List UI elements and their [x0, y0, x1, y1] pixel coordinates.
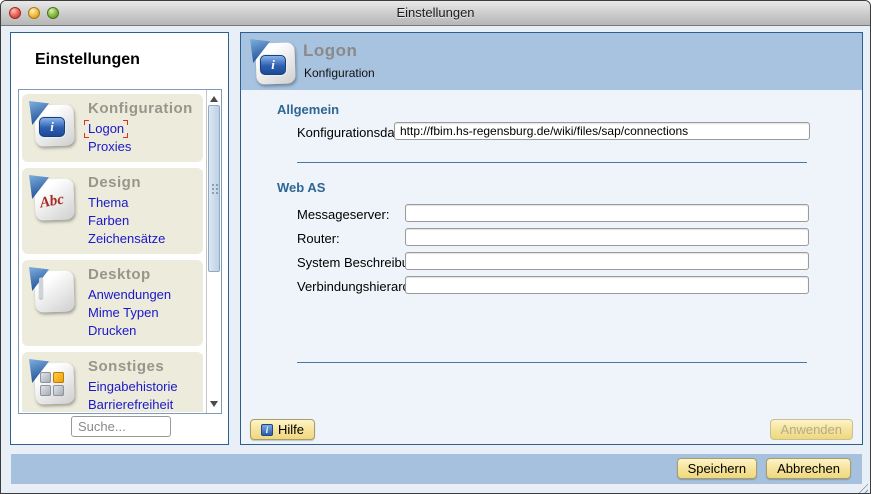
sidebar-link-anwendungen[interactable]: Anwendungen [84, 286, 175, 304]
info-button-glyph: i [260, 55, 286, 75]
separator [297, 162, 807, 163]
page-subtitle: Konfiguration [304, 66, 375, 80]
grip-dots-icon [211, 183, 218, 194]
titlebar[interactable]: Einstellungen [1, 1, 870, 26]
sidebar-heading: Einstellungen [35, 51, 140, 69]
sidebar-link-thema[interactable]: Thema [84, 194, 132, 212]
konfigurationsdatei-input[interactable] [394, 122, 810, 140]
messageserver-input[interactable] [405, 204, 809, 222]
sidebar-link-drucken[interactable]: Drucken [84, 322, 140, 340]
field-label-router: Router: [297, 231, 340, 246]
sidebar-group-sonstiges: Sonstiges Eingabehistorie Barrierefreihe… [22, 352, 203, 412]
category-listbox: i Konfiguration Logon Proxies [18, 89, 222, 414]
focus-corner [84, 120, 89, 125]
sidebar-link-barrierefreiheit[interactable]: Barrierefreiheit [84, 396, 177, 412]
help-button[interactable]: i Hilfe [250, 419, 315, 440]
sidebar-link-mime-typen[interactable]: Mime Typen [84, 304, 163, 322]
sidebar-link-farben[interactable]: Farben [84, 212, 133, 230]
window-title: Einstellungen [1, 5, 870, 20]
section-title-web-as: Web AS [277, 180, 325, 195]
search-input[interactable] [71, 416, 171, 437]
abc-fonts-icon: Abc [28, 174, 76, 224]
scroll-up-button[interactable] [207, 92, 221, 106]
settings-window: Einstellungen Einstellungen i Konfigurat… [0, 0, 871, 494]
scroll-down-button[interactable] [207, 397, 221, 411]
window-content: Einstellungen i Konfiguration [1, 26, 870, 494]
help-info-icon: i [261, 424, 273, 436]
grid-tiles-icon [28, 358, 76, 408]
cancel-button[interactable]: Abbrechen [766, 458, 851, 479]
sidebar-link-eingabehistorie[interactable]: Eingabehistorie [84, 378, 182, 396]
verbindungshierarchie-input[interactable] [405, 276, 809, 294]
up-arrow-icon [210, 96, 218, 102]
apply-button[interactable]: Anwenden [770, 419, 853, 440]
group-title-design: Design [88, 174, 199, 192]
system-beschreibung-input[interactable] [405, 252, 809, 270]
group-title-desktop: Desktop [88, 266, 199, 284]
config-info-icon: i [249, 38, 297, 88]
group-title-konfiguration: Konfiguration [88, 100, 199, 118]
sidebar-link-proxies[interactable]: Proxies [84, 138, 135, 156]
sidebar-group-konfiguration: i Konfiguration Logon Proxies [22, 94, 203, 162]
separator [297, 362, 807, 363]
section-title-allgemein: Allgemein [277, 102, 339, 117]
field-label-messageserver: Messageserver: [297, 207, 389, 222]
sidebar-group-design: Abc Design Thema Farben Zeichensätze [22, 168, 203, 254]
page-title: Logon [303, 41, 357, 61]
sidebar: Einstellungen i Konfiguration [10, 32, 229, 445]
info-button-glyph: i [39, 117, 65, 137]
main-panel: i Logon Konfiguration Allgemein Konfigur… [240, 32, 863, 445]
save-button[interactable]: Speichern [677, 458, 758, 479]
sidebar-link-zeichensaetze[interactable]: Zeichensätze [84, 230, 169, 248]
monitor-icon [28, 266, 76, 316]
category-cards: i Konfiguration Logon Proxies [20, 90, 205, 412]
group-title-sonstiges: Sonstiges [88, 358, 199, 376]
sidebar-link-logon[interactable]: Logon [84, 120, 128, 138]
config-info-icon: i [28, 100, 76, 150]
main-header: i Logon Konfiguration [241, 33, 862, 90]
down-arrow-icon [210, 401, 218, 407]
router-input[interactable] [405, 228, 809, 246]
focus-corner [123, 120, 128, 125]
scrollbar-thumb[interactable] [208, 105, 220, 272]
sidebar-scrollbar[interactable] [206, 90, 221, 413]
footer-bar: Speichern Abbrechen [11, 454, 862, 484]
sidebar-group-desktop: Desktop Anwendungen Mime Typen Drucken [22, 260, 203, 346]
